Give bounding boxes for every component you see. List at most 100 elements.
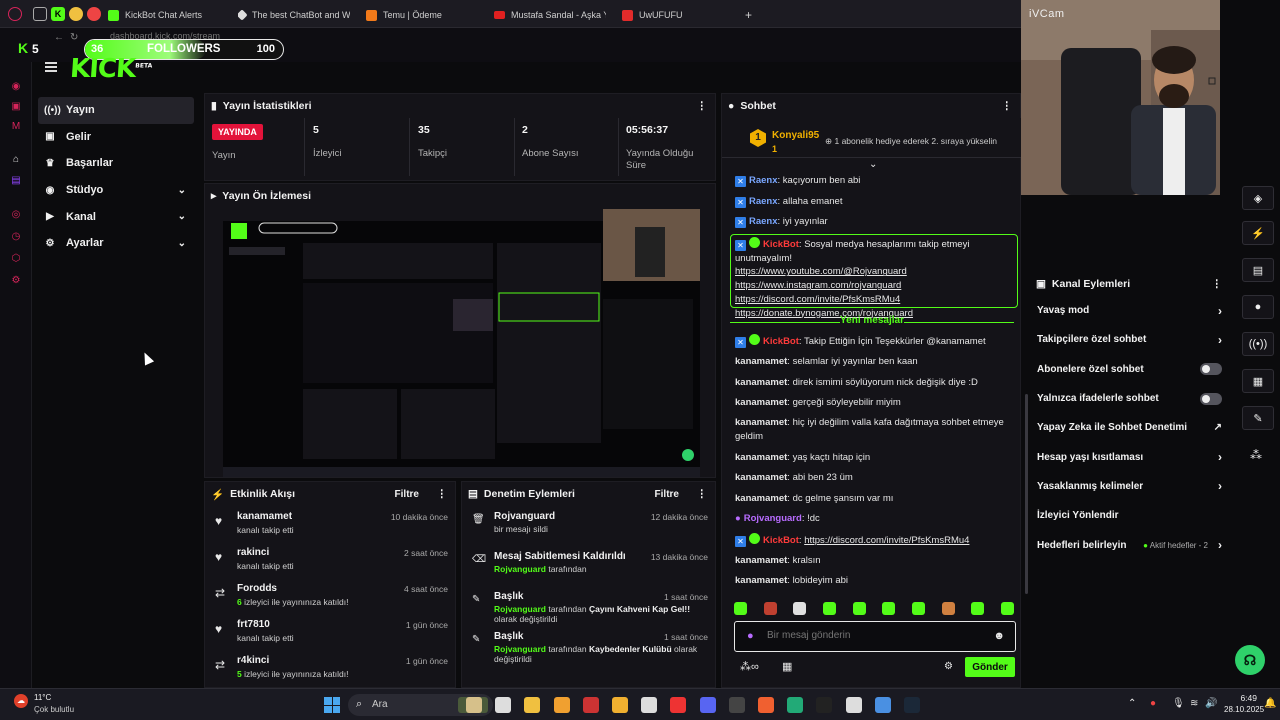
tab-temu[interactable]: Temu | Ödeme	[366, 4, 476, 26]
more-icon[interactable]: ⋮	[1212, 278, 1223, 290]
emote-icon[interactable]	[911, 602, 925, 615]
moderator-name[interactable]: Rojvanguard	[494, 564, 546, 574]
emote-icon[interactable]	[793, 602, 807, 615]
activity-item[interactable]: ⇄ Forodds 6 izleyici ile yayınınıza katıld…	[205, 578, 455, 614]
activity-item[interactable]: ♥ frt7810 kanalı takip etti 1 gün önce	[205, 614, 455, 650]
microphone-icon[interactable]: ●	[747, 630, 754, 642]
channel-action-item[interactable]: Yapay Zeka ile Sohbet Denetimi ↗	[1030, 413, 1230, 442]
document-icon[interactable]: ▤	[1242, 258, 1274, 282]
chevron-up-icon[interactable]: ⌃	[1128, 698, 1136, 709]
taskbar-app-icon[interactable]	[641, 697, 658, 713]
chat-username[interactable]: kanamamet	[735, 377, 787, 388]
send-button[interactable]: Gönder	[965, 657, 1015, 677]
channel-action-item[interactable]: İzleyici Yönlendir	[1030, 501, 1230, 530]
bolt-icon[interactable]: ⚡	[1242, 221, 1274, 245]
activity-item[interactable]: ⇄ r4kinci 5 izleyici ile yayınınıza katıld…	[205, 650, 455, 686]
channel-action-item[interactable]: Hesap yaşı kısıtlaması ›	[1030, 442, 1230, 471]
sidebar-item-3[interactable]: ◉ Stüdyo ⌄	[38, 177, 194, 204]
sidebar-app-icon[interactable]: ◎	[10, 208, 22, 220]
tab-youtube[interactable]: Mustafa Sandal - Aşka Y	[494, 4, 606, 26]
moderator-name[interactable]: Rojvanguard	[494, 604, 546, 614]
moderation-item[interactable]: ⌫ Mesaj Sabitlemesi Kaldırıldı Rojvanguard…	[462, 546, 715, 586]
stream-preview-video[interactable]	[223, 209, 700, 477]
taskbar-app-icon[interactable]	[582, 697, 599, 713]
workspace-icon[interactable]	[33, 7, 47, 21]
reload-icon[interactable]: ↻	[70, 32, 78, 43]
chat-username[interactable]: Rojvanguard	[744, 513, 802, 524]
channel-action-item[interactable]: Yalnızca ifadelerle sohbet	[1030, 384, 1230, 413]
tab-chatbot[interactable]: The best ChatBot and W	[238, 4, 350, 26]
toggle-switch[interactable]	[1200, 392, 1222, 405]
chat-username[interactable]: kanamamet	[735, 555, 787, 566]
pinned-tab-icon[interactable]	[69, 7, 83, 21]
new-messages-divider[interactable]: Yeni mesajlar	[722, 315, 1022, 329]
sidebar-app-icon[interactable]: M	[10, 120, 22, 132]
instagram-link[interactable]: https://www.instagram.com/rojvanguard	[735, 280, 901, 291]
chat-bubble-icon[interactable]: ●	[1242, 295, 1274, 319]
emote-icon[interactable]	[941, 602, 955, 615]
pinned-gift-banner[interactable]: 1 Konyali95 1 ⊕ 1 abonelik hediye ederek…	[722, 118, 1022, 170]
taskbar-app-icon[interactable]	[787, 697, 804, 713]
chevron-down-icon[interactable]: ⌄	[869, 159, 877, 170]
clock-time[interactable]: 6:49	[1227, 693, 1257, 703]
chat-username[interactable]: Raenx	[749, 216, 778, 227]
chat-username[interactable]: KickBot	[763, 336, 799, 347]
tab-uwufufu[interactable]: UwUFUFU	[622, 4, 722, 26]
taskbar-app-icon[interactable]	[495, 697, 512, 713]
sidebar-item-5[interactable]: ⚙ Ayarlar ⌄	[38, 230, 194, 257]
taskbar-app-icon[interactable]	[699, 697, 716, 713]
chevron-down-icon[interactable]: ⌄	[178, 211, 186, 222]
moderation-filter-button[interactable]: Filtre	[655, 489, 679, 500]
taskbar-app-icon[interactable]	[845, 697, 862, 713]
tab-kickbot[interactable]: KickBot Chat Alerts	[108, 4, 228, 26]
channel-action-item[interactable]: Yavaş mod ›	[1030, 296, 1230, 325]
sidebar-app-icon[interactable]: ▣	[10, 100, 22, 112]
taskbar-app-icon[interactable]	[670, 697, 687, 713]
chat-username[interactable]: Raenx	[749, 196, 778, 207]
chat-username[interactable]: kanamamet	[735, 472, 787, 483]
taskbar-app-icon[interactable]	[758, 697, 774, 713]
emote-icon[interactable]	[822, 602, 836, 615]
chat-username[interactable]: kanamamet	[735, 417, 787, 428]
settings-icon[interactable]: ⚙	[10, 274, 22, 286]
taskbar-app-icon[interactable]	[524, 697, 541, 713]
emote-icon[interactable]	[763, 602, 777, 615]
chat-username[interactable]: KickBot	[763, 239, 799, 250]
chat-username[interactable]: Raenx	[749, 175, 778, 186]
twitch-icon[interactable]: ▤	[10, 174, 22, 186]
moderation-item[interactable]: ✎ Başlık Rojvanguard tarafından Çayını Kah…	[462, 586, 715, 626]
toggle-switch[interactable]	[1200, 363, 1222, 376]
tray-app-icon[interactable]: ●	[1150, 698, 1156, 709]
discord-link[interactable]: https://discord.com/invite/PfsKmsRMu4	[735, 294, 900, 305]
kick-pinned-tab-icon[interactable]: K	[51, 7, 65, 21]
sidebar-app-icon[interactable]: ⬡	[10, 252, 22, 264]
support-headset-icon[interactable]: ☊	[1235, 645, 1265, 675]
weather-icon[interactable]: ☁	[14, 694, 28, 708]
moderation-item[interactable]: ✎ Başlık Rojvanguard tarafından Kaybedenle…	[462, 626, 715, 666]
taskbar-app-icon[interactable]	[904, 697, 920, 713]
chat-username[interactable]: kanamamet	[735, 397, 787, 408]
clock-icon[interactable]: ◷	[10, 230, 22, 242]
taskbar-app-icon[interactable]	[874, 697, 891, 713]
microphone-icon[interactable]: 🎙	[1172, 698, 1185, 709]
wifi-icon[interactable]: ≋	[1190, 698, 1198, 709]
channel-action-item[interactable]: Abonelere özel sohbet	[1030, 355, 1230, 384]
extension-icon[interactable]: ◈	[1242, 186, 1274, 210]
chevron-down-icon[interactable]: ⌄	[178, 238, 186, 249]
sidebar-item-2[interactable]: ♛ Başarılar	[38, 150, 194, 177]
taskbar-app-icon[interactable]	[816, 697, 833, 713]
chat-username[interactable]: KickBot	[763, 535, 799, 546]
more-icon[interactable]: ⋮	[697, 488, 708, 500]
sidebar-item-0[interactable]: ((•)) Yayın	[38, 97, 194, 124]
emote-icon[interactable]	[1000, 602, 1014, 615]
wrench-icon[interactable]: ✎	[1242, 406, 1274, 430]
channel-action-item[interactable]: Yasaklanmış kelimeler ›	[1030, 472, 1230, 501]
clock-date[interactable]: 28.10.2025	[1224, 705, 1264, 714]
chat-username[interactable]: kanamamet	[735, 493, 787, 504]
activity-item[interactable]: ♥ kanamamet kanalı takip etti 10 dakika önc…	[205, 506, 455, 542]
channel-action-item[interactable]: Takipçilere özel sohbet ›	[1030, 325, 1230, 354]
chevron-down-icon[interactable]: ⌄	[178, 185, 186, 196]
chat-username[interactable]: kanamamet	[735, 356, 787, 367]
sidebar-app-icon[interactable]: ◉	[10, 80, 22, 92]
chat-username[interactable]: kanamamet	[735, 575, 787, 586]
